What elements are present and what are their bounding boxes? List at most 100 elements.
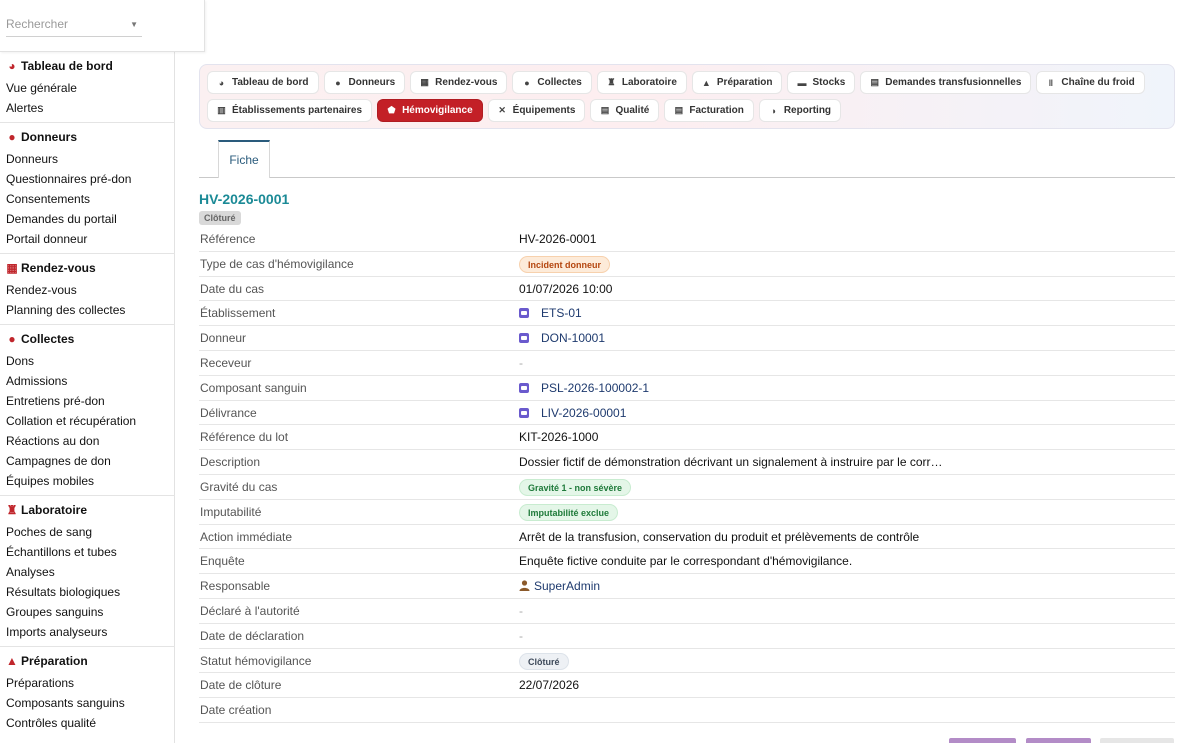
field-label: Donneur bbox=[200, 331, 247, 346]
field-link-text[interactable]: ETS-01 bbox=[541, 306, 582, 320]
nav-button-label: Tableau de bord bbox=[232, 77, 309, 88]
sidebar-section-header[interactable]: ▦ Rendez-vous bbox=[6, 260, 175, 276]
nav-button-label: Chaîne du froid bbox=[1061, 77, 1135, 88]
user-icon: ● bbox=[8, 130, 16, 144]
chevron-down-icon[interactable]: ▼ bbox=[130, 20, 138, 29]
field-row: Date de déclaration - bbox=[199, 624, 1175, 649]
tab-fiche[interactable]: Fiche bbox=[218, 140, 270, 178]
sidebar-item[interactable]: Questionnaires pré-don bbox=[0, 169, 175, 189]
field-row: Enquête Enquête fictive conduite par le c… bbox=[199, 549, 1175, 575]
sidebar-section-header[interactable]: ▲ Préparation bbox=[6, 653, 175, 669]
sidebar-item[interactable]: Équipes mobiles bbox=[0, 471, 175, 491]
field-label: Établissement bbox=[200, 306, 276, 321]
sidebar-item[interactable]: Groupes sanguins bbox=[0, 602, 175, 622]
record-icon bbox=[519, 308, 529, 319]
field-link[interactable]: ETS-01 bbox=[519, 306, 582, 320]
sidebar-section-header[interactable]: ● Collectes bbox=[6, 331, 175, 347]
sidebar-item[interactable]: Portail donneur bbox=[0, 229, 175, 249]
sidebar-section: ♜ Laboratoire Poches de sang Échantillons e… bbox=[0, 502, 175, 647]
sidebar-section: ▦ Rendez-vous Rendez-vous Planning des coll… bbox=[0, 260, 175, 325]
field-row: Description Dossier fictif de démonstrati… bbox=[199, 450, 1175, 475]
nav-button[interactable]: ♜ Laboratoire bbox=[596, 71, 687, 94]
field-user-link[interactable]: SuperAdmin bbox=[519, 579, 600, 593]
field-link[interactable]: PSL-2026-100002-1 bbox=[519, 381, 649, 395]
module-navbar: ◕ Tableau de bord ● Donneurs ▦ Rendez-vous ● Co… bbox=[199, 64, 1175, 129]
nav-button-label: Demandes transfusionnelles bbox=[885, 77, 1022, 88]
sidebar-item[interactable]: Résultats biologiques bbox=[0, 582, 175, 602]
action-button-1[interactable] bbox=[949, 738, 1016, 743]
nav-button[interactable]: ◕ Tableau de bord bbox=[207, 71, 319, 94]
sidebar-item[interactable]: Donneurs bbox=[0, 149, 175, 169]
field-label: Référence bbox=[200, 232, 256, 246]
field-label: Statut hémovigilance bbox=[200, 653, 312, 668]
field-row: Receveur - bbox=[199, 351, 1175, 376]
record-title: HV-2026-0001 bbox=[199, 191, 290, 207]
field-link-text[interactable]: PSL-2026-100002-1 bbox=[541, 381, 649, 395]
sidebar-item[interactable]: Contrôles qualité bbox=[0, 713, 175, 733]
field-link-text[interactable]: LIV-2026-00001 bbox=[541, 406, 626, 420]
sidebar-item[interactable]: Consentements bbox=[0, 189, 175, 209]
nav-button[interactable]: ● Collectes bbox=[512, 71, 592, 94]
sidebar-item[interactable]: Poches de sang bbox=[0, 522, 175, 542]
nav-button-label: Établissements partenaires bbox=[232, 105, 363, 116]
nav-button-label: Reporting bbox=[783, 105, 832, 116]
sidebar-section: ● Donneurs Donneurs Questionnaires pré-don C… bbox=[0, 129, 175, 254]
sidebar-section-header[interactable]: ◕ Tableau de bord bbox=[6, 58, 175, 74]
field-label: Type de cas d'hémovigilance bbox=[200, 256, 354, 271]
sidebar-item[interactable]: Rendez-vous bbox=[0, 280, 175, 300]
nav-button[interactable]: ▲ Préparation bbox=[691, 71, 783, 94]
sidebar-section-title: Tableau de bord bbox=[21, 59, 113, 73]
dashboard-icon: ◕ bbox=[218, 77, 225, 88]
blood-drop-icon: ● bbox=[524, 77, 530, 88]
sidebar-item[interactable]: Vue générale bbox=[0, 78, 175, 98]
field-label: Date création bbox=[200, 703, 272, 718]
field-label: Composant sanguin bbox=[200, 380, 307, 395]
search-input[interactable] bbox=[6, 17, 124, 31]
nav-button[interactable]: ǁ Chaîne du froid bbox=[1036, 71, 1145, 94]
flask-icon: ▲ bbox=[701, 77, 711, 88]
sidebar-item[interactable]: Entretiens pré-don bbox=[0, 391, 175, 411]
nav-button[interactable]: ▦ Rendez-vous bbox=[410, 71, 508, 94]
nav-button[interactable]: ● Donneurs bbox=[323, 71, 406, 94]
sidebar-item[interactable]: Échantillons et tubes bbox=[0, 542, 175, 562]
sidebar-item[interactable]: Campagnes de don bbox=[0, 451, 175, 471]
nav-button[interactable]: ◑ Reporting bbox=[758, 99, 842, 122]
sidebar-section: ◕ Tableau de bord Vue générale Alertes bbox=[0, 58, 175, 123]
nav-button[interactable]: ✕ Équipements bbox=[487, 99, 586, 122]
nav-button[interactable]: ▥ Établissements partenaires bbox=[207, 99, 373, 122]
search-box[interactable]: ▼ bbox=[6, 17, 142, 37]
field-label: Date du cas bbox=[200, 281, 265, 296]
nav-button[interactable]: ⬟ Hémovigilance bbox=[377, 99, 483, 122]
action-button-3[interactable] bbox=[1100, 738, 1174, 743]
user-icon bbox=[519, 580, 530, 592]
sidebar-item[interactable]: Réactions au don bbox=[0, 431, 175, 451]
sidebar-item[interactable]: Composants sanguins bbox=[0, 693, 175, 713]
field-link[interactable]: DON-10001 bbox=[519, 331, 605, 345]
sidebar-section-header[interactable]: ♜ Laboratoire bbox=[6, 502, 175, 518]
action-button-2[interactable] bbox=[1026, 738, 1091, 743]
nav-button[interactable]: ▤ Demandes transfusionnelles bbox=[860, 71, 1032, 94]
field-link-text[interactable]: SuperAdmin bbox=[534, 579, 600, 593]
sidebar-item[interactable]: Admissions bbox=[0, 371, 175, 391]
nav-button[interactable]: ▬ Stocks bbox=[787, 71, 856, 94]
nav-button[interactable]: ▤ Qualité bbox=[590, 99, 660, 122]
field-row: Type de cas d'hémovigilance Incident donn… bbox=[199, 252, 1175, 277]
sidebar-item[interactable]: Imports analyseurs bbox=[0, 622, 175, 642]
sidebar-item[interactable]: Dons bbox=[0, 351, 175, 371]
clipboard-icon: ▤ bbox=[600, 105, 610, 115]
field-link-text[interactable]: DON-10001 bbox=[541, 331, 605, 345]
record-icon bbox=[519, 333, 529, 344]
sidebar-section-title: Rendez-vous bbox=[21, 261, 96, 275]
sidebar-item[interactable]: Préparations bbox=[0, 673, 175, 693]
chart-pie-icon: ◑ bbox=[770, 105, 777, 116]
module-nav-row-2: ▥ Établissements partenaires ⬟ Hémovigilanc… bbox=[207, 99, 842, 122]
sidebar-item[interactable]: Alertes bbox=[0, 98, 175, 118]
sidebar-section-header[interactable]: ● Donneurs bbox=[6, 129, 175, 145]
sidebar-item[interactable]: Collation et récupération bbox=[0, 411, 175, 431]
sidebar-item[interactable]: Analyses bbox=[0, 562, 175, 582]
field-value: Imputabilité exclue bbox=[519, 503, 619, 521]
sidebar-item[interactable]: Planning des collectes bbox=[0, 300, 175, 320]
sidebar-item[interactable]: Demandes du portail bbox=[0, 209, 175, 229]
nav-button[interactable]: ▤ Facturation bbox=[664, 99, 754, 122]
field-link[interactable]: LIV-2026-00001 bbox=[519, 406, 626, 420]
